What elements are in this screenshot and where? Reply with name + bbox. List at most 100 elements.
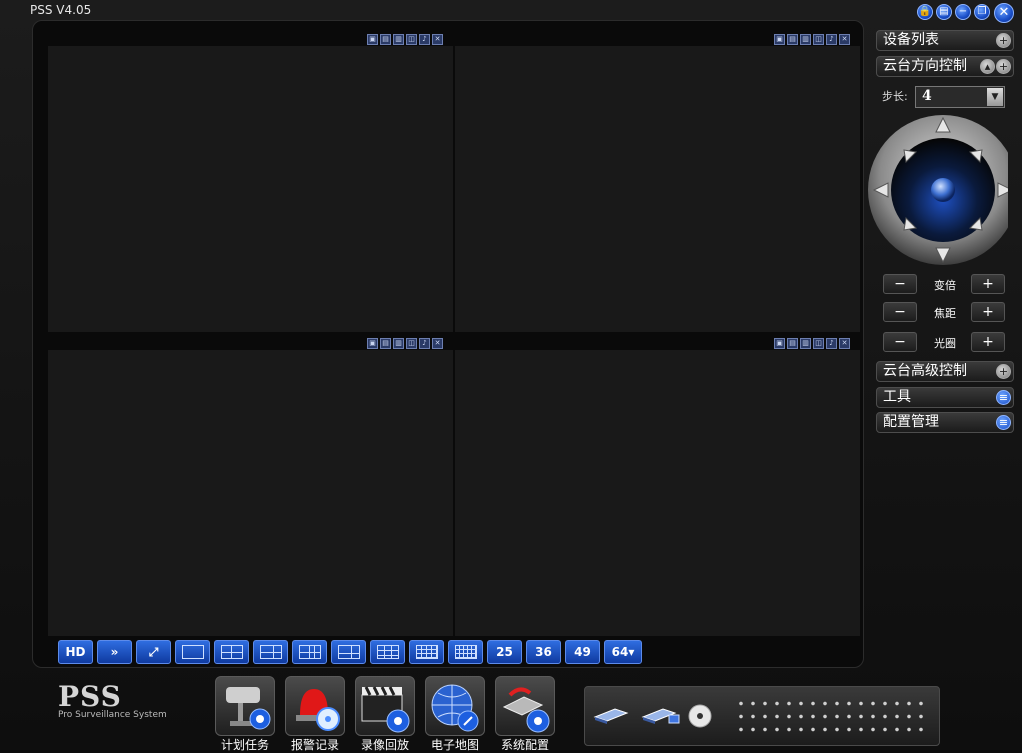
config-manage-header[interactable]: 配置管理 ≡ <box>876 412 1014 433</box>
app-playback[interactable]: 录像回放 <box>355 676 415 752</box>
video-pane-4[interactable] <box>455 350 860 636</box>
bottom-bar: PSS Pro Surveillance System 计划任务 报警记录 录像… <box>0 672 1022 752</box>
hd-button[interactable]: HD <box>58 640 93 664</box>
zoom-in-button[interactable]: + <box>971 274 1005 294</box>
lock-button[interactable]: 🔒 <box>917 4 933 20</box>
menu-icon[interactable]: ≡ <box>996 415 1011 430</box>
expand-icon[interactable]: + <box>996 33 1011 48</box>
pane-close-icon[interactable]: ✕ <box>432 34 443 45</box>
pane-snapshot-icon[interactable]: ▣ <box>367 34 378 45</box>
logo-sub-text: Pro Surveillance System <box>58 710 167 720</box>
pss-logo: PSS Pro Surveillance System <box>58 680 167 721</box>
zoom-out-button[interactable]: − <box>883 274 917 294</box>
lock-icon[interactable]: ▴ <box>980 59 995 74</box>
layout-20-button[interactable] <box>448 640 483 664</box>
device-list-header[interactable]: 设备列表 + <box>876 30 1014 51</box>
layout-25-button[interactable]: 25 <box>487 640 522 664</box>
sequence-button[interactable]: » <box>97 640 132 664</box>
menu-button[interactable]: ▤ <box>936 4 952 20</box>
layout-16-button[interactable] <box>409 640 444 664</box>
ptz-direction-header[interactable]: 云台方向控制 ▴ + <box>876 56 1014 77</box>
logo-main-text: PSS <box>58 680 122 713</box>
step-value: 4 <box>922 88 932 104</box>
pane-audio-icon[interactable]: ♪ <box>826 34 837 45</box>
pane-toolbar-3: ▣ ▤ ▥ ◫ ♪ ✕ <box>367 338 443 350</box>
pane-snapshot-icon[interactable]: ▣ <box>774 34 785 45</box>
expand-icon[interactable]: + <box>996 364 1011 379</box>
pane-toolbar-4: ▣ ▤ ▥ ◫ ♪ ✕ <box>774 338 850 350</box>
iris-plus-button[interactable]: + <box>971 332 1005 352</box>
iris-label: 光圈 <box>934 337 956 350</box>
menu-icon[interactable]: ≡ <box>996 390 1011 405</box>
chevron-down-icon[interactable]: ▼ <box>987 88 1003 106</box>
fullscreen-button[interactable]: ⤢ <box>136 640 171 664</box>
pane-audio-icon[interactable]: ♪ <box>419 34 430 45</box>
pane-talk-icon[interactable]: ◫ <box>406 338 417 349</box>
pane-zoom-icon[interactable]: ▥ <box>800 338 811 349</box>
zoom-label: 变倍 <box>934 279 956 292</box>
restore-button[interactable]: ❐ <box>974 4 990 20</box>
layout-64-button[interactable]: 64▾ <box>604 640 642 664</box>
video-pane-3[interactable] <box>48 350 453 636</box>
app-e-map[interactable]: 电子地图 <box>425 676 485 752</box>
pane-close-icon[interactable]: ✕ <box>839 338 850 349</box>
layout-13-button[interactable] <box>370 640 405 664</box>
disk-array-icon <box>641 708 680 724</box>
layout-8-icon <box>298 645 321 659</box>
pane-talk-icon[interactable]: ◫ <box>813 34 824 45</box>
pane-snapshot-icon[interactable]: ▣ <box>774 338 785 349</box>
ptz-advanced-header[interactable]: 云台高级控制 + <box>876 361 1014 382</box>
layout-49-button[interactable]: 49 <box>565 640 600 664</box>
tools-label: 工具 <box>883 389 911 405</box>
pane-close-icon[interactable]: ✕ <box>432 338 443 349</box>
expand-icon[interactable]: + <box>996 59 1011 74</box>
step-select[interactable]: 4 ▼ <box>915 86 1005 108</box>
app-label: 电子地图 <box>430 738 479 752</box>
pane-zoom-icon[interactable]: ▥ <box>393 34 404 45</box>
pane-talk-icon[interactable]: ◫ <box>406 34 417 45</box>
pane-zoom-icon[interactable]: ▥ <box>800 34 811 45</box>
pane-record-icon[interactable]: ▤ <box>787 338 798 349</box>
pane-close-icon[interactable]: ✕ <box>839 34 850 45</box>
app-label: 系统配置 <box>500 738 549 752</box>
pane-toolbar-2: ▣ ▤ ▥ ◫ ♪ ✕ <box>774 34 850 46</box>
ptz-direction-pad <box>868 115 1008 265</box>
iris-minus-button[interactable]: − <box>883 332 917 352</box>
pane-toolbar-1: ▣ ▤ ▥ ◫ ♪ ✕ <box>367 34 443 46</box>
pane-audio-icon[interactable]: ♪ <box>419 338 430 349</box>
tools-header[interactable]: 工具 ≡ <box>876 387 1014 408</box>
app-task-schedule[interactable]: 计划任务 <box>215 676 275 752</box>
pane-talk-icon[interactable]: ◫ <box>813 338 824 349</box>
focus-minus-button[interactable]: − <box>883 302 917 322</box>
layout-6-button[interactable] <box>253 640 288 664</box>
pane-record-icon[interactable]: ▤ <box>787 34 798 45</box>
focus-label: 焦距 <box>934 307 956 320</box>
layout-36-button[interactable]: 36 <box>526 640 561 664</box>
video-pane-1[interactable] <box>48 46 453 332</box>
pane-zoom-icon[interactable]: ▥ <box>393 338 404 349</box>
globe-icon <box>425 676 485 736</box>
pane-record-icon[interactable]: ▤ <box>380 34 391 45</box>
layout-toolbar: HD » ⤢ 25 36 49 64▾ <box>58 640 642 664</box>
video-pane-2[interactable] <box>455 46 860 332</box>
layout-4-icon <box>220 645 243 659</box>
pane-record-icon[interactable]: ▤ <box>380 338 391 349</box>
config-manage-label: 配置管理 <box>883 414 939 430</box>
layout-1-button[interactable] <box>175 640 210 664</box>
pane-snapshot-icon[interactable]: ▣ <box>367 338 378 349</box>
close-button[interactable]: ✕ <box>994 3 1014 23</box>
gear-icon <box>495 676 555 736</box>
pane-audio-icon[interactable]: ♪ <box>826 338 837 349</box>
layout-4-button[interactable] <box>214 640 249 664</box>
app-alarm-record[interactable]: 报警记录 <box>285 676 345 752</box>
layout-9-button[interactable] <box>331 640 366 664</box>
layout-1-icon <box>181 645 204 659</box>
alarm-siren-icon <box>285 676 345 736</box>
minimize-button[interactable]: − <box>955 4 971 20</box>
layout-8-button[interactable] <box>292 640 327 664</box>
app-system-config[interactable]: 系统配置 <box>495 676 555 752</box>
ptz-center-button[interactable] <box>931 178 955 202</box>
status-tray <box>584 686 940 746</box>
right-panel: 设备列表 + 云台方向控制 ▴ + 步长: 4 ▼ − 变倍 + − 焦距 + … <box>868 22 1022 750</box>
focus-plus-button[interactable]: + <box>971 302 1005 322</box>
